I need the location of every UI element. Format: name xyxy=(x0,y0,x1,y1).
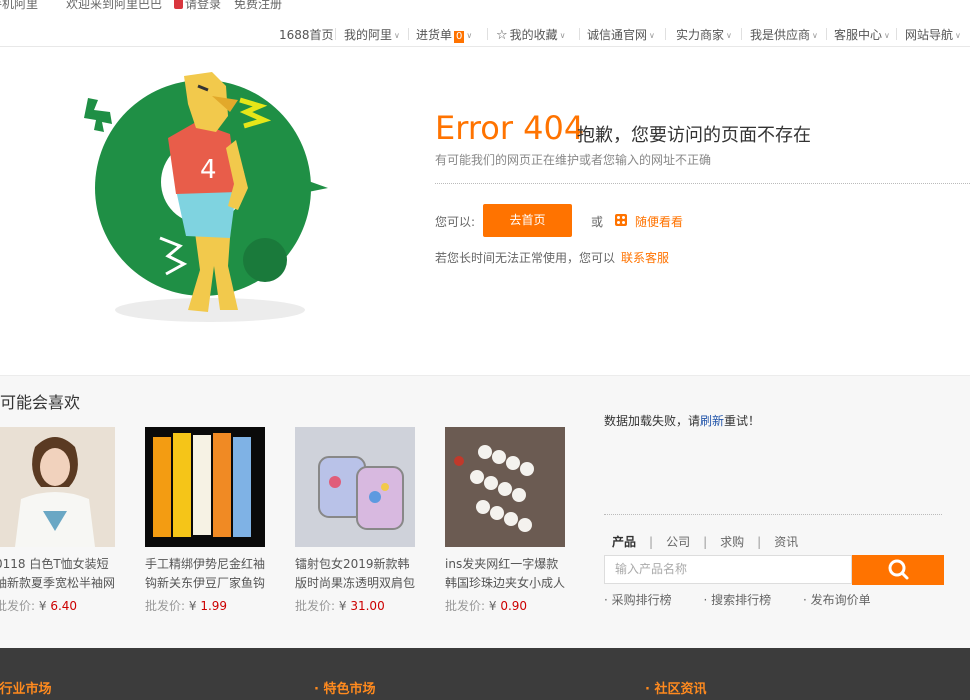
nav-divider xyxy=(896,28,897,40)
illustration-shorts xyxy=(176,190,236,238)
nav-purchase-label: 进货单 xyxy=(416,28,453,42)
product-price: 批发价: ¥ 6.40 xyxy=(0,599,78,613)
rank-links: · 采购排行榜 · 搜索排行榜 · 发布询价单 xyxy=(604,591,899,608)
illustration-ring-bump xyxy=(243,238,287,282)
nav-divider xyxy=(579,28,580,40)
product-image[interactable] xyxy=(145,427,265,547)
nav-merchants-label: 实力商家 xyxy=(676,28,725,42)
search-icon xyxy=(888,559,909,580)
nav-1688-home[interactable]: 1688首页 xyxy=(279,26,334,43)
footer: · 行业市场 · 特色市场 · 社区资讯 xyxy=(0,648,970,700)
chevron-down-icon: ∨ xyxy=(884,31,890,40)
random-browse-link[interactable]: 随便看看 xyxy=(635,213,683,230)
footer-featured-market[interactable]: · 特色市场 xyxy=(314,678,375,697)
star-icon: ☆ xyxy=(496,28,508,43)
illustration-shirt-number: 4 xyxy=(200,155,217,185)
nav-merchants[interactable]: 实力商家 ∨ xyxy=(676,26,732,43)
search-tab-buying[interactable]: 求购 xyxy=(720,533,744,550)
nav-supplier-label: 我是供应商 xyxy=(750,28,811,42)
rank-link-search[interactable]: · 搜索排行榜 xyxy=(703,593,785,607)
you-can-label: 您可以: xyxy=(435,215,476,229)
product-image[interactable] xyxy=(445,427,565,547)
nav-divider xyxy=(665,28,666,40)
long-time-text: 若您长时间无法正常使用，您可以 xyxy=(435,251,616,265)
footer-community-news[interactable]: · 社区资讯 xyxy=(645,678,706,697)
contact-service-link[interactable]: 联系客服 xyxy=(621,249,669,266)
illustration-shadow xyxy=(115,298,305,322)
login-label[interactable]: 请登录 xyxy=(185,0,221,11)
product-name[interactable]: 镭射包女2019新款韩 版时尚果冻透明双肩包 xyxy=(295,555,415,593)
nav-service-label: 客服中心 xyxy=(834,28,883,42)
product-name[interactable]: 手工精绑伊势尼金红袖 钩新关东伊豆厂家鱼钩 xyxy=(145,555,265,593)
error-404-illustration: 4 xyxy=(84,72,328,322)
login-icon xyxy=(174,0,183,9)
chevron-down-icon: ∨ xyxy=(394,31,400,40)
recommendation-title: 您可能会喜欢 xyxy=(0,393,81,412)
nav-favorites-label: 我的收藏 xyxy=(509,28,558,42)
product-image[interactable] xyxy=(0,427,115,547)
product-price: 批发价: ¥ 0.90 xyxy=(445,599,528,613)
nav-sitemap-label: 网站导航 xyxy=(905,28,954,42)
search-tab-news[interactable]: 资讯 xyxy=(774,533,798,550)
or-label: 或 xyxy=(591,215,604,229)
product-price: 批发价: ¥ 31.00 xyxy=(295,599,385,613)
product-card[interactable]: ins发夹网红一字爆款 韩国珍珠边夹女小成人 批发价: ¥ 0.90 xyxy=(445,427,565,614)
nav-favorites[interactable]: ☆ 我的收藏 ∨ xyxy=(496,26,566,43)
chevron-down-icon: ∨ xyxy=(649,31,655,40)
illustration-digit-left xyxy=(84,98,112,132)
rank-link-purchase[interactable]: · 采购排行榜 xyxy=(604,593,686,607)
product-name[interactable]: 0118 白色T恤女装短 袖新款夏季宽松半袖网 xyxy=(0,555,115,593)
nav-divider xyxy=(826,28,827,40)
error-divider xyxy=(435,183,970,184)
nav-my-ali[interactable]: 我的阿里 ∨ xyxy=(344,26,400,43)
purchase-count-badge: 0 xyxy=(454,31,465,43)
welcome-text: 欢迎来到阿里巴巴 xyxy=(66,0,163,11)
nav-chengxin-label: 诚信通官网 xyxy=(587,28,648,42)
product-card[interactable]: 镭射包女2019新款韩 版时尚果冻透明双肩包 批发价: ¥ 31.00 xyxy=(295,427,415,614)
product-image[interactable] xyxy=(295,427,415,547)
chevron-down-icon: ∨ xyxy=(466,31,473,40)
product-name[interactable]: ins发夹网红一字爆款 韩国珍珠边夹女小成人 xyxy=(445,555,565,593)
nav-divider xyxy=(741,28,742,40)
nav-divider xyxy=(487,28,488,40)
nav-my-ali-label: 我的阿里 xyxy=(344,28,393,42)
top-utility-bar: 手机阿里 欢迎来到阿里巴巴 请登录 免费注册 xyxy=(0,0,970,12)
nav-sitemap[interactable]: 网站导航 ∨ xyxy=(905,26,961,43)
register-link[interactable]: 免费注册 xyxy=(234,0,282,10)
rank-link-inquiry[interactable]: · 发布询价单 xyxy=(803,593,885,607)
load-failed-message: 数据加载失败，请刷新重试！ xyxy=(604,414,761,428)
nav-purchase-list[interactable]: 进货单 0 ∨ xyxy=(416,26,472,43)
nav-divider xyxy=(335,28,336,40)
search-divider xyxy=(604,514,942,515)
product-price: 批发价: ¥ 1.99 xyxy=(145,599,228,613)
product-card[interactable]: 0118 白色T恤女装短 袖新款夏季宽松半袖网 批发价: ¥ 6.40 xyxy=(0,427,115,614)
search-button[interactable] xyxy=(852,555,944,585)
recommendation-section: 您可能会喜欢 0118 白色T恤女装短袖新款夏季宽松半袖网 批发价: ¥ 6.4… xyxy=(0,375,970,649)
login-link[interactable]: 请登录 xyxy=(174,0,221,10)
dice-icon xyxy=(615,214,627,226)
chevron-down-icon: ∨ xyxy=(559,31,566,40)
nav-supplier[interactable]: 我是供应商 ∨ xyxy=(750,26,818,43)
search-tabs: 产品 | 公司 | 求购 | 资讯 xyxy=(612,533,799,550)
go-home-button[interactable]: 去首页 xyxy=(483,204,572,237)
refresh-link[interactable]: 刷新 xyxy=(700,414,724,428)
product-card[interactable]: 手工精绑伊势尼金红袖 钩新关东伊豆厂家鱼钩 批发价: ¥ 1.99 xyxy=(145,427,265,614)
chevron-down-icon: ∨ xyxy=(955,31,961,40)
main-nav: 1688首页 我的阿里 ∨ 进货单 0 ∨ ☆ 我的收藏 ∨ 诚信通官网 ∨ 实力商家 ∨ 我… xyxy=(0,22,970,47)
product-search-input[interactable]: 输入产品名称 xyxy=(604,555,852,584)
nav-service[interactable]: 客服中心 ∨ xyxy=(834,26,890,43)
error-code: Error 404 xyxy=(435,109,585,147)
nav-chengxin[interactable]: 诚信通官网 ∨ xyxy=(587,26,655,43)
nav-divider xyxy=(408,28,409,40)
mobile-ali-link[interactable]: 手机阿里 xyxy=(0,0,38,10)
search-tab-product[interactable]: 产品 xyxy=(612,533,636,550)
error-title: 抱歉，您要访问的页面不存在 xyxy=(577,125,811,146)
footer-industry-market[interactable]: · 行业市场 xyxy=(0,678,51,697)
search-tab-company[interactable]: 公司 xyxy=(666,533,690,550)
chevron-down-icon: ∨ xyxy=(726,31,732,40)
chevron-down-icon: ∨ xyxy=(812,31,818,40)
error-subtitle: 有可能我们的网页正在维护或者您输入的网址不正确 xyxy=(435,153,712,167)
